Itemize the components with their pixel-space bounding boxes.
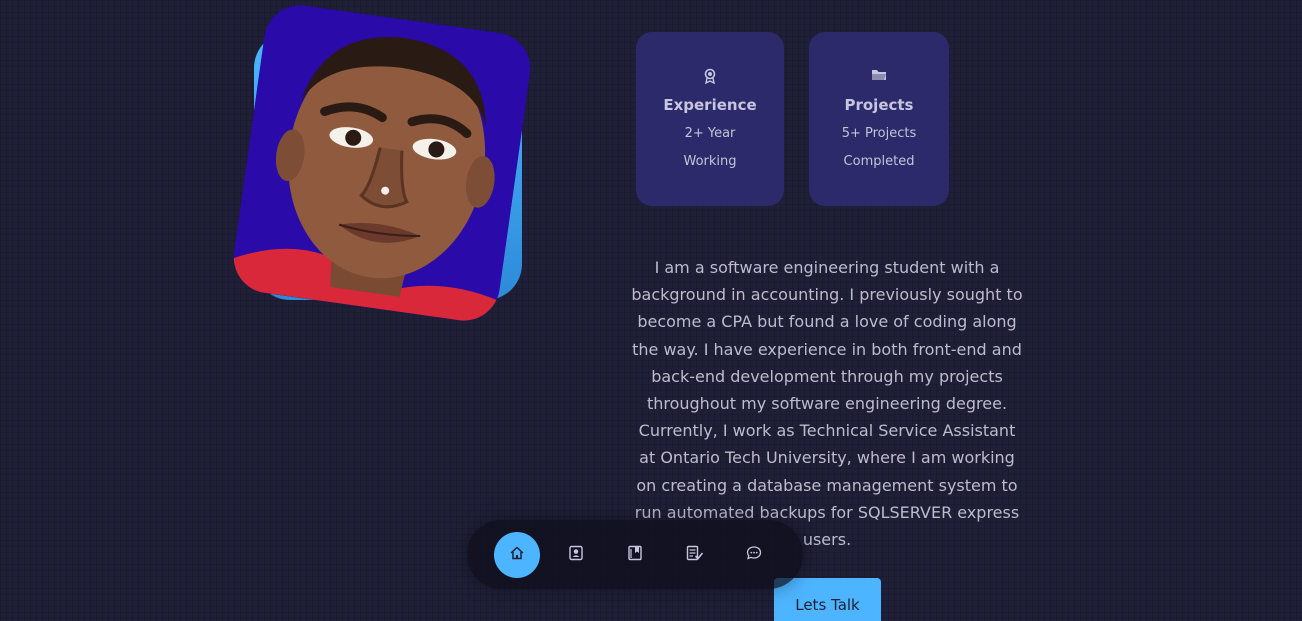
nav-contact[interactable] [731, 532, 777, 578]
nav-about[interactable] [553, 532, 599, 578]
projects-title: Projects [844, 96, 914, 114]
folder-icon [809, 68, 949, 84]
about-bio: I am a software engineering student with… [631, 258, 1023, 550]
nav-home[interactable] [494, 532, 540, 578]
portrait [229, 0, 550, 340]
book-icon [627, 545, 643, 565]
experience-value: 2+ Year Working [683, 126, 737, 169]
services-icon [686, 545, 704, 565]
experience-card: Experience 2+ Year Working [636, 32, 784, 206]
bottom-nav [467, 520, 803, 589]
message-icon [746, 545, 762, 565]
award-icon [636, 68, 784, 84]
experience-title: Experience [663, 96, 757, 114]
projects-value: 5+ Projects Completed [841, 126, 917, 169]
lets-talk-button[interactable]: Lets Talk [774, 578, 881, 621]
nav-services[interactable] [672, 532, 718, 578]
projects-card: Projects 5+ Projects Completed [809, 32, 949, 206]
home-icon [509, 545, 525, 565]
nav-experience[interactable] [612, 532, 658, 578]
user-icon [568, 545, 584, 565]
avatar [229, 0, 535, 326]
